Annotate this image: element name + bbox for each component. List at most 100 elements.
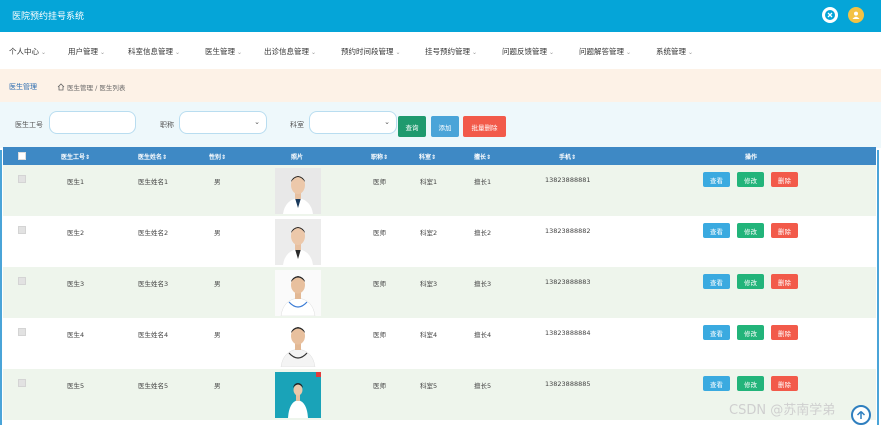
delete-button[interactable]: 删除 (771, 274, 798, 289)
edit-button[interactable]: 修改 (737, 172, 764, 187)
home-icon[interactable] (57, 83, 65, 91)
cell-title: 医师 (373, 229, 386, 237)
doctor-photo (275, 321, 321, 367)
doctor-id-input[interactable] (49, 111, 136, 134)
cell-doctor-id: 医生3 (67, 280, 85, 288)
breadcrumb-path: 医生管理 / 医生列表 (57, 82, 125, 92)
row-checkbox[interactable] (18, 379, 26, 387)
chevron-down-icon: ⌄ (395, 49, 401, 56)
cell-department: 科室4 (420, 331, 438, 339)
cell-specialty: 擅长3 (474, 280, 492, 288)
chevron-down-icon: ⌄ (237, 49, 243, 56)
column-header-specialty[interactable]: 擅长⇕ (474, 152, 491, 161)
cell-specialty: 擅长5 (474, 382, 492, 390)
breadcrumb-path-text: 医生管理 / 医生列表 (67, 84, 126, 92)
menu-registration-management[interactable]: 挂号预约管理 ⌄ (425, 46, 477, 57)
row-checkbox[interactable] (18, 226, 26, 234)
department-select[interactable]: ⌄ (309, 111, 397, 134)
view-button[interactable]: 查看 (703, 376, 730, 391)
menu-user-management[interactable]: 用户管理 ⌄ (68, 46, 105, 57)
cell-doctor-name: 医生姓名1 (138, 178, 169, 186)
select-all-checkbox[interactable] (18, 152, 26, 160)
view-button[interactable]: 查看 (703, 325, 730, 340)
cell-specialty: 擅长4 (474, 331, 492, 339)
cell-title: 医师 (373, 382, 386, 390)
title-label: 职称 (160, 121, 174, 129)
title-bar: 医院预约挂号系统 (0, 0, 881, 32)
cell-doctor-name: 医生姓名5 (138, 382, 169, 390)
cell-department: 科室2 (420, 229, 438, 237)
menu-feedback-management[interactable]: 问题反馈管理 ⌄ (502, 46, 554, 57)
search-button[interactable]: 查询 (398, 116, 426, 137)
menu-time-slot-management[interactable]: 预约时间段管理 ⌄ (341, 46, 401, 57)
delete-button[interactable]: 删除 (771, 376, 798, 391)
column-header-doctor-name[interactable]: 医生姓名⇕ (138, 152, 167, 161)
cell-department: 科室3 (420, 280, 438, 288)
delete-button[interactable]: 删除 (771, 325, 798, 340)
filter-bar: 医生工号 职称 ⌄ 科室 ⌄ 查询 添加 批量删除 (0, 102, 881, 242)
menu-personal-center[interactable]: 个人中心 ⌄ (9, 46, 46, 57)
cell-phone: 13823888882 (545, 227, 591, 235)
table-row: 医生2 医生姓名2 男 医师 科室2 擅长2 13823888882 查看 修改… (3, 216, 876, 267)
back-to-top-icon[interactable] (851, 405, 871, 425)
column-header-actions: 操作 (745, 154, 758, 161)
edit-button[interactable]: 修改 (737, 376, 764, 391)
left-border (0, 150, 2, 425)
cell-phone: 13823888884 (545, 329, 591, 337)
chevron-down-icon: ⌄ (175, 49, 181, 56)
cell-doctor-id: 医生2 (67, 229, 85, 237)
chevron-down-icon: ⌄ (41, 49, 47, 56)
close-icon[interactable] (822, 7, 838, 23)
view-button[interactable]: 查看 (703, 172, 730, 187)
column-header-title[interactable]: 职称⇕ (371, 152, 388, 161)
view-button[interactable]: 查看 (703, 274, 730, 289)
user-avatar-icon[interactable] (848, 7, 864, 23)
chevron-down-icon: ⌄ (472, 49, 478, 56)
column-header-department[interactable]: 科室⇕ (419, 152, 436, 161)
menu-visit-info-management[interactable]: 出诊信息管理 ⌄ (264, 46, 316, 57)
doctor-photo (275, 372, 321, 418)
cell-gender: 男 (214, 280, 221, 288)
row-checkbox[interactable] (18, 277, 26, 285)
cell-doctor-id: 医生5 (67, 382, 85, 390)
row-checkbox[interactable] (18, 175, 26, 183)
cell-department: 科室5 (420, 382, 438, 390)
cell-gender: 男 (214, 382, 221, 390)
doctor-id-label: 医生工号 (15, 121, 43, 129)
cell-title: 医师 (373, 331, 386, 339)
menu-system-management[interactable]: 系统管理 ⌄ (656, 46, 693, 57)
table-row: 医生4 医生姓名4 男 医师 科室4 擅长4 13823888884 查看 修改… (3, 318, 876, 369)
edit-button[interactable]: 修改 (737, 325, 764, 340)
main-menu: 个人中心 ⌄ 用户管理 ⌄ 科室信息管理 ⌄ 医生管理 ⌄ 出诊信息管理 ⌄ 预约时间段管… (0, 32, 881, 69)
row-checkbox[interactable] (18, 328, 26, 336)
edit-button[interactable]: 修改 (737, 223, 764, 238)
column-header-doctor-id[interactable]: 医生工号⇕ (61, 152, 90, 161)
chevron-down-icon: ⌄ (254, 118, 260, 126)
cell-doctor-name: 医生姓名3 (138, 280, 169, 288)
delete-button[interactable]: 删除 (771, 172, 798, 187)
menu-answer-management[interactable]: 问题解答管理 ⌄ (579, 46, 631, 57)
edit-button[interactable]: 修改 (737, 274, 764, 289)
column-header-gender[interactable]: 性别⇕ (209, 152, 226, 161)
chevron-down-icon: ⌄ (384, 118, 390, 126)
batch-delete-button[interactable]: 批量删除 (463, 116, 506, 137)
cell-doctor-name: 医生姓名2 (138, 229, 169, 237)
cell-doctor-name: 医生姓名4 (138, 331, 169, 339)
cell-phone: 13823888885 (545, 380, 591, 388)
column-header-phone[interactable]: 手机⇕ (559, 152, 576, 161)
page-title: 医生管理 (9, 83, 37, 91)
cell-title: 医师 (373, 280, 386, 288)
cell-doctor-id: 医生1 (67, 178, 85, 186)
chevron-down-icon: ⌄ (100, 49, 106, 56)
watermark: CSDN @苏南学弟 (729, 403, 836, 418)
delete-button[interactable]: 删除 (771, 223, 798, 238)
chevron-down-icon: ⌄ (688, 49, 694, 56)
view-button[interactable]: 查看 (703, 223, 730, 238)
menu-department-management[interactable]: 科室信息管理 ⌄ (128, 46, 180, 57)
chevron-down-icon: ⌄ (549, 49, 555, 56)
cell-gender: 男 (214, 178, 221, 186)
doctor-photo (275, 168, 321, 214)
title-select[interactable]: ⌄ (179, 111, 267, 134)
add-button[interactable]: 添加 (431, 116, 459, 137)
menu-doctor-management[interactable]: 医生管理 ⌄ (205, 46, 242, 57)
